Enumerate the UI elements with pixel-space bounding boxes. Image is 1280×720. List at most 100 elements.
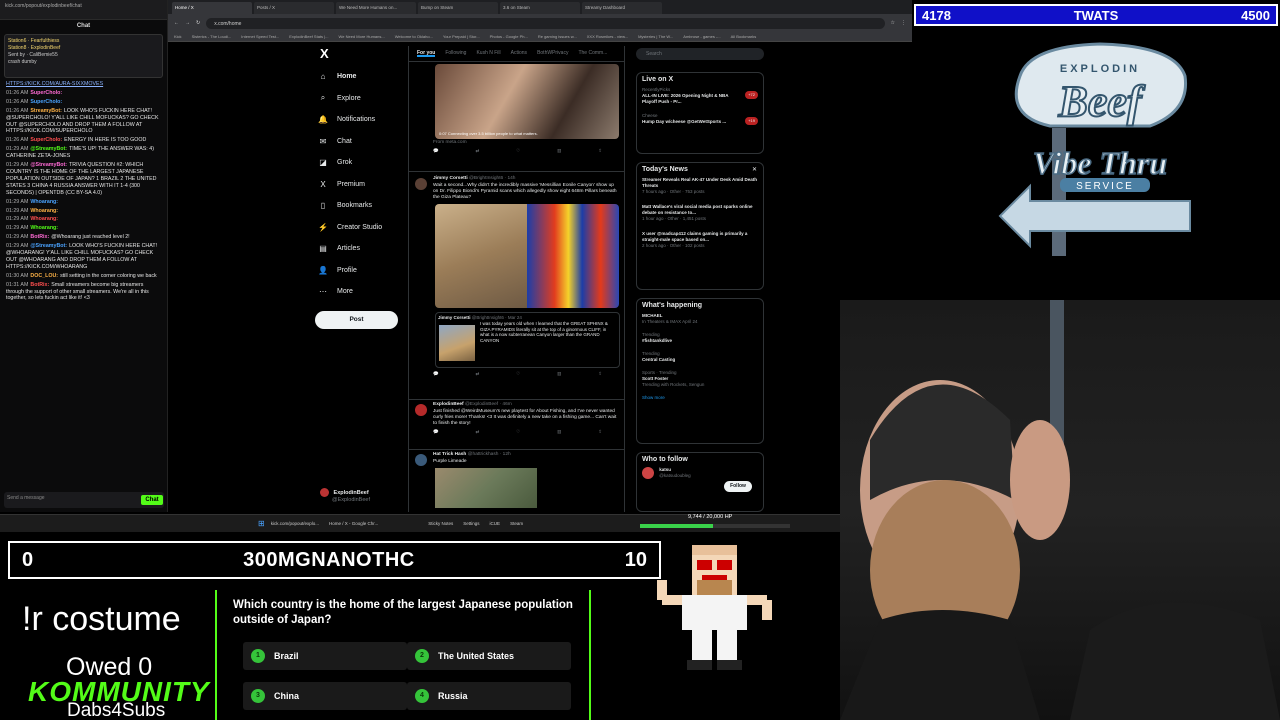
account-switcher[interactable]: ExplodinBeef @ExplodinBeef: [320, 488, 420, 503]
close-icon[interactable]: ✕: [752, 167, 757, 173]
reload-icon[interactable]: ↻: [196, 20, 200, 26]
bookmark-item[interactable]: Internet Speed Test...: [241, 34, 279, 39]
trend-item[interactable]: MICHAEL In Theaters & IMAX April 24: [642, 313, 758, 325]
chat-username[interactable]: DOC_LOU:: [30, 273, 58, 279]
chat-username[interactable]: Whoarang:: [30, 199, 58, 205]
bookmark-item[interactable]: Your Prepaid | Stor...: [443, 34, 480, 39]
tweet-image[interactable]: [435, 468, 537, 508]
taskbar-item-browser[interactable]: Home / X - Google Chr...: [329, 521, 378, 526]
browser-tab[interactable]: Bump on Steam: [418, 2, 498, 14]
tweet-author[interactable]: ExplodinBeef: [433, 402, 464, 407]
address-bar[interactable]: x.com/home: [206, 17, 885, 29]
reply-icon[interactable]: 💬: [433, 148, 439, 154]
taskbar-item-chat[interactable]: kick.com/popout/explo...: [271, 521, 319, 526]
timeline-tab[interactable]: Kush N Fill: [476, 50, 500, 57]
chat-username[interactable]: StreamyBot:: [30, 108, 62, 114]
tweet-image[interactable]: [435, 204, 527, 308]
taskbar-item-settings[interactable]: Settings: [463, 521, 479, 526]
news-item[interactable]: Matt Wallace's viral social media post s…: [642, 204, 758, 222]
tweet-video[interactable]: 0:07 Connecting over 3.5 billion people …: [435, 64, 619, 139]
bookmark-item[interactable]: All Bookmarks: [731, 34, 757, 39]
suggested-user-name[interactable]: katsu: [659, 467, 671, 472]
views-icon[interactable]: ▥: [557, 371, 561, 377]
views-icon[interactable]: ▥: [557, 429, 561, 435]
timeline-tab[interactable]: BothWPrivacy: [537, 50, 568, 57]
news-item[interactable]: X user @madcap412 claims gaming is prima…: [642, 231, 758, 249]
bookmark-item[interactable]: XXX Rosmikes - view...: [587, 34, 628, 39]
back-icon[interactable]: ←: [174, 20, 179, 26]
chat-username[interactable]: Whoarang:: [30, 225, 58, 231]
tweet[interactable]: ExplodinBeef @ExplodinBeef · 46m Just fi…: [409, 402, 624, 450]
search-input[interactable]: Search: [636, 48, 764, 60]
reply-icon[interactable]: 💬: [433, 371, 439, 377]
chat-username[interactable]: BotRix:: [30, 234, 49, 240]
bookmark-item[interactable]: ExplodinBeef Stats |...: [289, 34, 328, 39]
bookmark-item[interactable]: Kick: [174, 34, 182, 39]
trend-item[interactable]: Trending Central Casting: [642, 351, 758, 363]
tweet-actions[interactable]: 💬 ⇄ ♡ ▥ ⇪: [409, 147, 624, 155]
chat-input[interactable]: Send a message: [4, 492, 164, 508]
forward-icon[interactable]: →: [185, 20, 190, 26]
chat-message-list[interactable]: HTTPS://KICK.COM/AURA-SIXXMOVES 01:26 AM S…: [0, 80, 167, 303]
follow-button[interactable]: Follow: [724, 481, 752, 492]
like-icon[interactable]: ♡: [516, 429, 520, 435]
like-icon[interactable]: ♡: [516, 148, 520, 154]
browser-tab[interactable]: We Need More Humans on...: [336, 2, 416, 14]
tweet[interactable]: Hat Trick Hash @hattrickhash · 12h Purpl…: [409, 452, 624, 512]
live-item[interactable]: RecentlyPicks ALL-IN LIVE: 2026 Opening N…: [642, 87, 758, 105]
start-icon[interactable]: ⊞: [258, 519, 265, 528]
chat-username[interactable]: SuperCholo:: [30, 137, 62, 143]
retweet-icon[interactable]: ⇄: [475, 148, 479, 154]
chat-username[interactable]: Whoarang:: [30, 208, 58, 214]
taskbar-item-icue[interactable]: iCUE: [490, 521, 501, 526]
like-icon[interactable]: ♡: [516, 371, 520, 377]
tweet[interactable]: 0:07 Connecting over 3.5 billion people …: [409, 62, 624, 172]
chat-username[interactable]: SuperCholo:: [30, 90, 62, 96]
tweet-image[interactable]: [527, 204, 619, 308]
reply-icon[interactable]: 💬: [433, 429, 439, 435]
timeline-tab[interactable]: The Comm...: [578, 50, 607, 57]
chat-username[interactable]: Whoarang:: [30, 216, 58, 222]
bookmark-item[interactable]: Re gaming issues w...: [538, 34, 577, 39]
show-more-link[interactable]: Show more: [642, 395, 758, 401]
tweet-actions[interactable]: 💬 ⇄ ♡ ▥ ⇪: [409, 370, 624, 378]
chat-username[interactable]: @StreamyBot:: [30, 146, 67, 152]
browser-tab[interactable]: Home / X: [172, 2, 252, 14]
bookmark-item[interactable]: We Need More Humans...: [339, 34, 385, 39]
quoted-tweet[interactable]: Jimmy Corsetti @BrightInsight6 · Mar 24 …: [435, 312, 620, 368]
bookmark-item[interactable]: Mysteries | The W...: [638, 34, 673, 39]
browser-tab[interactable]: 3.6 on Steam: [500, 2, 580, 14]
taskbar-item-sticky[interactable]: Sticky Notes: [428, 521, 453, 526]
todays-news-panel[interactable]: Today's News ✕ Streamer Reveals Real AK-…: [636, 162, 764, 290]
bookmark-item[interactable]: Photos - Google Ph...: [490, 34, 528, 39]
whats-happening-panel[interactable]: What's happening MICHAEL In Theaters & IM…: [636, 298, 764, 444]
bookmark-item[interactable]: Ambrose - games -...: [683, 34, 720, 39]
timeline-tab[interactable]: For you: [417, 50, 436, 57]
retweet-icon[interactable]: ⇄: [475, 429, 479, 435]
browser-tab[interactable]: Streamy Dashboard: [582, 2, 662, 14]
trend-item[interactable]: Trending #fishtankdlive: [642, 332, 758, 344]
tweet-actions[interactable]: 💬 ⇄ ♡ ▥ ⇪: [409, 428, 624, 436]
menu-icon[interactable]: ⋮: [901, 20, 906, 26]
tweet[interactable]: Jimmy Corsetti @BrightInsight6 · 14h Wai…: [409, 176, 624, 400]
taskbar-item-steam[interactable]: Steam: [510, 521, 523, 526]
views-icon[interactable]: ▥: [557, 148, 561, 154]
bookmark-item[interactable]: Sisterics - The Loudi...: [192, 34, 232, 39]
tweet-author[interactable]: Hat Trick Hash: [433, 452, 466, 457]
share-icon[interactable]: ⇪: [598, 148, 602, 154]
live-on-x-panel[interactable]: Live on X RecentlyPicks ALL-IN LIVE: 2026…: [636, 72, 764, 154]
browser-tab[interactable]: Posts / X: [254, 2, 334, 14]
chat-username[interactable]: @StreamyBot:: [30, 243, 67, 249]
news-item[interactable]: Streamer Reveals Real AK-47 Under Desk A…: [642, 177, 758, 195]
star-icon[interactable]: ☆: [891, 20, 895, 26]
chat-send-button[interactable]: Chat: [141, 495, 163, 505]
timeline-tab[interactable]: Actions: [511, 50, 527, 57]
post-button[interactable]: Post: [315, 311, 398, 329]
tweet-author[interactable]: Jimmy Corsetti: [433, 176, 468, 181]
chat-username[interactable]: @StreamyBot:: [30, 162, 67, 168]
chat-username[interactable]: SuperCholo:: [30, 99, 62, 105]
timeline[interactable]: For you Following Kush N Fill Actions BothWP…: [408, 46, 625, 512]
bookmark-item[interactable]: Welcome to Oklaho...: [395, 34, 433, 39]
timeline-tab[interactable]: Following: [445, 50, 466, 57]
chat-username[interactable]: BotRix:: [30, 282, 49, 288]
